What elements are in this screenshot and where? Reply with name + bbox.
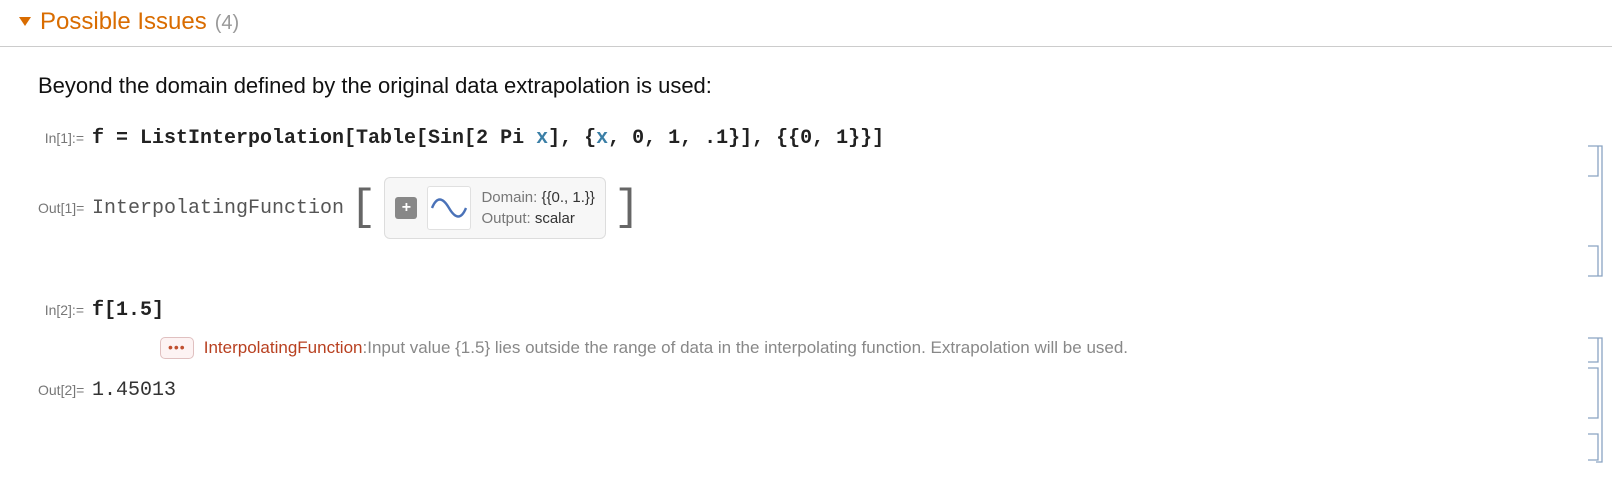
section-count: (4) <box>215 12 239 35</box>
message-body: Input value {1.5} lies outside the range… <box>367 338 1128 358</box>
code-text: f = ListInterpolation[Table[Sin[2 Pi <box>92 127 536 150</box>
output-cell-1: Out[1]= InterpolatingFunction [ + Domain… <box>0 177 1612 239</box>
output-cell-2: Out[2]= 1.45013 <box>0 373 1612 407</box>
interpolating-function-box[interactable]: + Domain: {{0., 1.}} Output: scalar <box>384 177 605 239</box>
code-var: x <box>536 127 548 150</box>
expand-plus-icon[interactable]: + <box>395 197 417 219</box>
cell-bracket-gutter[interactable] <box>1582 8 1608 498</box>
interpolating-function-meta: Domain: {{0., 1.}} Output: scalar <box>481 187 594 229</box>
domain-value: {{0., 1.}} <box>541 189 594 206</box>
close-bracket-icon: ] <box>612 186 642 230</box>
message-opener-icon[interactable]: ••• <box>160 337 194 359</box>
chevron-down-icon <box>18 14 32 30</box>
input-label: In[2]:= <box>38 302 92 318</box>
output-value-meta: scalar <box>535 210 575 227</box>
output-key: Output: <box>481 210 530 227</box>
description-text: Beyond the domain defined by the origina… <box>0 47 1612 121</box>
page: Possible Issues (4) Beyond the domain de… <box>0 0 1612 437</box>
interpolating-function-head: InterpolatingFunction <box>92 197 344 220</box>
input-label: In[1]:= <box>38 130 92 146</box>
input-code-2[interactable]: f[1.5] <box>92 299 164 322</box>
code-var: x <box>596 127 608 150</box>
code-text: , 0, 1, .1}], {{0, 1}}] <box>608 127 884 150</box>
output-expr-1: InterpolatingFunction [ + Domain: {{0., … <box>92 177 642 239</box>
input-cell-1[interactable]: In[1]:= f = ListInterpolation[Table[Sin[… <box>0 121 1612 155</box>
message-head[interactable]: InterpolatingFunction <box>204 338 363 358</box>
input-cell-2[interactable]: In[2]:= f[1.5] <box>0 293 1612 327</box>
section-title: Possible Issues <box>40 8 207 36</box>
output-value-2: 1.45013 <box>92 379 176 402</box>
section-header[interactable]: Possible Issues (4) <box>0 0 1612 47</box>
input-code-1[interactable]: f = ListInterpolation[Table[Sin[2 Pi x],… <box>92 127 884 150</box>
domain-key: Domain: <box>481 189 537 206</box>
output-label: Out[1]= <box>38 200 92 216</box>
sine-wave-icon <box>427 186 471 230</box>
output-label: Out[2]= <box>38 382 92 398</box>
message-row: ••• InterpolatingFunction: Input value {… <box>0 337 1612 359</box>
code-text: ], { <box>548 127 596 150</box>
open-bracket-icon: [ <box>348 186 378 230</box>
